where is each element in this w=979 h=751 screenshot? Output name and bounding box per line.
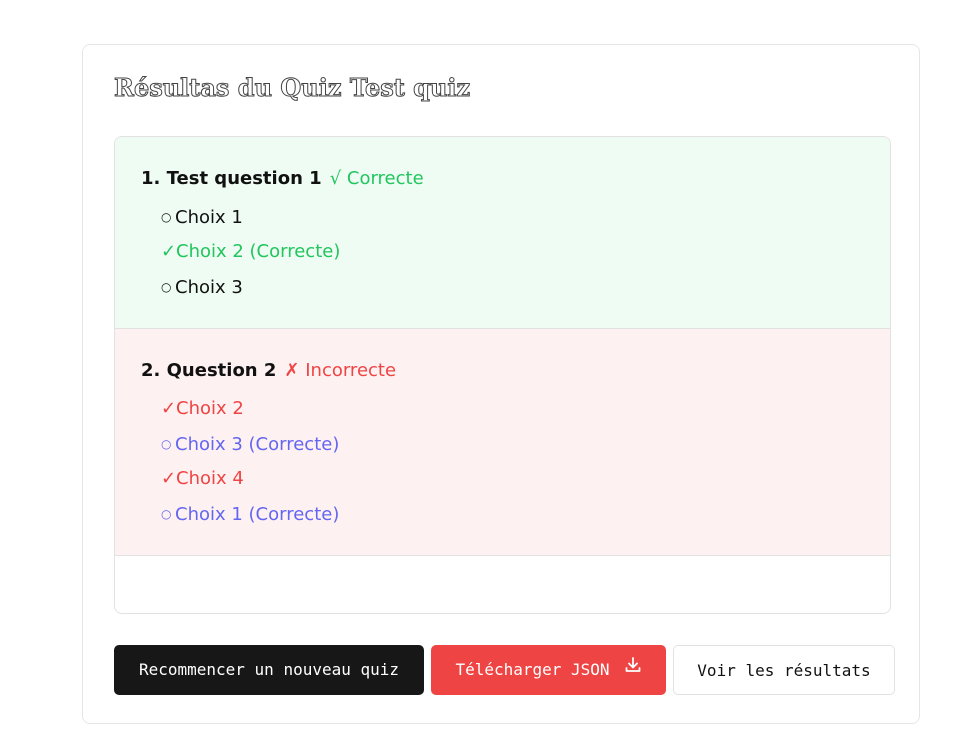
restart-quiz-label: Recommencer un nouveau quiz: [138, 660, 400, 679]
action-bar: Recommencer un nouveau quiz Télécharger …: [114, 645, 895, 695]
question-block-2: 2. Question 2 ✗ Incorrecte ✓Choix 2 ○ Choi…: [115, 329, 890, 556]
results-list: 1. Test question 1 √ Correcte ○ Choix 1 ✓C…: [114, 136, 891, 614]
choice-label: Choix 1: [175, 207, 243, 228]
choice-label: Choix 3: [175, 277, 243, 298]
download-json-button[interactable]: Télécharger JSON: [431, 645, 666, 695]
quiz-results-card: Résultas du Quiz Test quiz 1. Test quest…: [82, 44, 920, 724]
choice-item: ○ Choix 3: [161, 275, 864, 310]
status-badge-correct: √ Correcte: [329, 168, 424, 189]
checkmark-icon: ✓: [161, 241, 177, 262]
page-title: Résultas du Quiz Test quiz: [113, 73, 471, 103]
choice-label: Choix 2: [176, 398, 244, 419]
choice-item: ○ Choix 3 (Correcte): [161, 432, 864, 467]
choice-item: ✓Choix 4: [161, 467, 864, 502]
view-results-button[interactable]: Voir les résultats: [673, 645, 895, 695]
choice-list: ✓Choix 2 ○ Choix 3 (Correcte) ✓Choix 4 ○ C…: [161, 397, 864, 537]
choice-item: ○ Choix 1: [161, 205, 864, 240]
circle-icon: ○: [161, 507, 172, 521]
view-results-label: Voir les résultats: [697, 661, 871, 680]
checkmark-icon: ✓: [161, 398, 177, 419]
question-header: 1. Test question 1 √ Correcte: [141, 165, 864, 193]
question-block-1: 1. Test question 1 √ Correcte ○ Choix 1 ✓C…: [115, 137, 890, 329]
choice-label: Choix 1 (Correcte): [175, 504, 340, 525]
checkmark-icon: ✓: [161, 468, 177, 489]
choice-item: ✓Choix 2: [161, 397, 864, 432]
choice-item: ○ Choix 1 (Correcte): [161, 502, 864, 537]
choice-item: ✓Choix 2 (Correcte): [161, 240, 864, 275]
circle-icon: ○: [161, 437, 172, 451]
question-header: 2. Question 2 ✗ Incorrecte: [141, 357, 864, 385]
download-icon: [624, 644, 642, 694]
question-title: 2. Question 2: [141, 360, 277, 381]
download-json-label: Télécharger JSON: [455, 660, 610, 679]
circle-icon: ○: [161, 280, 172, 294]
circle-icon: ○: [161, 210, 172, 224]
restart-quiz-button[interactable]: Recommencer un nouveau quiz: [114, 645, 424, 695]
question-title: 1. Test question 1: [141, 168, 322, 189]
choice-label: Choix 2 (Correcte): [176, 241, 341, 262]
choice-label: Choix 4: [176, 468, 244, 489]
status-badge-incorrect: ✗ Incorrecte: [284, 360, 397, 381]
choice-label: Choix 3 (Correcte): [175, 434, 340, 455]
choice-list: ○ Choix 1 ✓Choix 2 (Correcte) ○ Choix 3: [161, 205, 864, 310]
